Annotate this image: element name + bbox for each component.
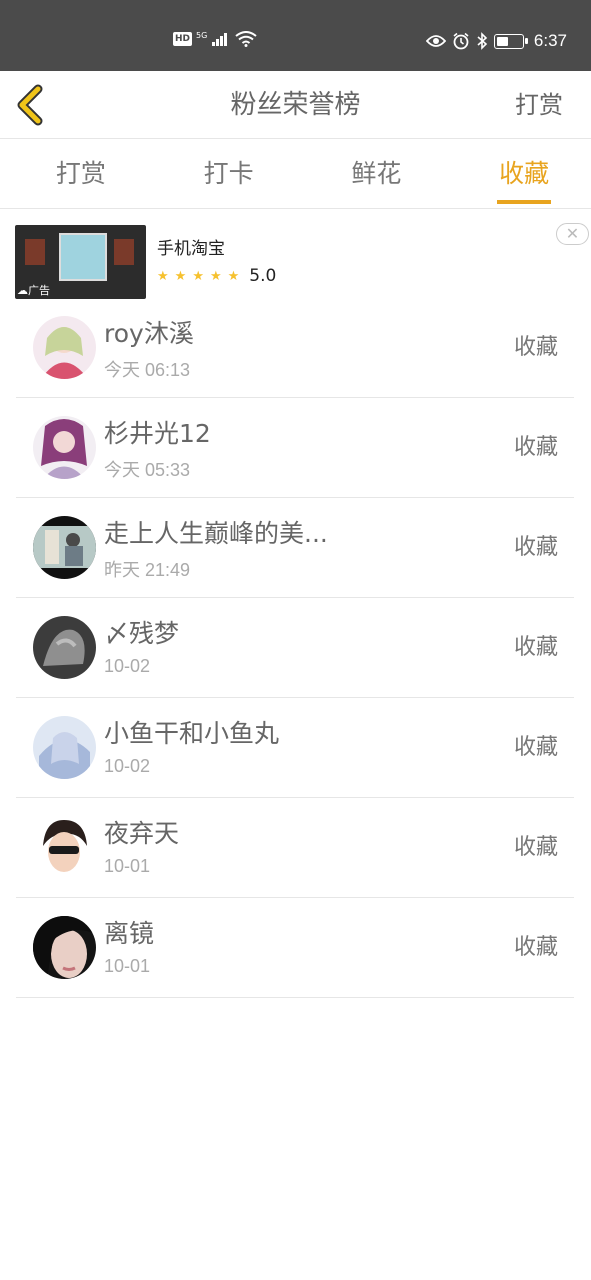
fan-name: roy沐溪 — [104, 319, 194, 348]
fan-name: 离镜 — [104, 919, 155, 948]
avatar[interactable] — [33, 316, 96, 379]
network-label: 5G — [196, 31, 208, 40]
fan-name: 夜弃天 — [104, 819, 180, 848]
hd-badge: HD — [173, 32, 193, 46]
clock: 6:37 — [533, 31, 567, 50]
battery-icon — [493, 33, 528, 49]
ad-banner[interactable]: ☁广告 手机淘宝 ★ ★ ★ ★ ★ 5.0 ✕ — [0, 210, 591, 306]
fan-name: 〆残梦 — [104, 619, 180, 648]
bluetooth-icon — [477, 32, 488, 50]
fan-time: 10-01 — [104, 856, 151, 876]
fan-name: 走上人生巅峰的美... — [104, 519, 328, 548]
list-item[interactable]: 小鱼干和小鱼丸 10-02 收藏 — [16, 698, 574, 798]
tab-label: 收藏 — [497, 140, 552, 208]
wifi-icon — [235, 31, 257, 47]
avatar[interactable] — [33, 516, 96, 579]
fan-list: roy沐溪 今天 06:13 收藏 杉井光12 今天 05:33 收藏 走上人生… — [16, 298, 574, 998]
avatar[interactable] — [33, 816, 96, 879]
fan-name: 小鱼干和小鱼丸 — [104, 719, 280, 748]
list-item[interactable]: roy沐溪 今天 06:13 收藏 — [16, 298, 574, 398]
fan-time: 今天 05:33 — [104, 460, 191, 480]
star-icon: ★ — [227, 268, 240, 284]
action-label: 收藏 — [513, 735, 558, 760]
fan-name: 杉井光12 — [104, 419, 211, 448]
ad-label-text: 广告 — [28, 284, 50, 297]
reward-button[interactable]: 打赏 — [515, 71, 563, 139]
header: 粉丝荣誉榜 打赏 — [0, 71, 591, 139]
ad-title: 手机淘宝 — [157, 239, 225, 259]
action-label: 收藏 — [513, 835, 558, 860]
avatar[interactable] — [33, 416, 96, 479]
status-bar-right: 6:37 — [425, 31, 567, 51]
action-label: 收藏 — [513, 635, 558, 660]
star-icon: ★ — [157, 268, 169, 284]
tab-reward[interactable]: 打赏 — [0, 140, 148, 208]
action-label: 收藏 — [513, 935, 558, 960]
ad-label: ☁广告 — [17, 284, 50, 297]
fan-time: 今天 06:13 — [104, 360, 191, 380]
list-item[interactable]: 杉井光12 今天 05:33 收藏 — [16, 398, 574, 498]
ad-score: 5.0 — [249, 266, 277, 286]
page-title: 粉丝荣誉榜 — [230, 90, 361, 120]
avatar[interactable] — [33, 616, 96, 679]
battery-fill — [496, 36, 508, 46]
signal-icon — [212, 33, 228, 46]
fan-time: 10-02 — [104, 656, 151, 676]
list-item[interactable]: 走上人生巅峰的美... 昨天 21:49 收藏 — [16, 498, 574, 598]
avatar[interactable] — [33, 716, 96, 779]
ad-image-shape — [25, 239, 45, 265]
eye-icon — [425, 35, 446, 47]
tab-favorites[interactable]: 收藏 — [443, 140, 591, 208]
fan-time: 10-01 — [104, 956, 151, 976]
ad-image-shape — [114, 239, 134, 265]
ad-rating: ★ ★ ★ ★ ★ 5.0 — [157, 266, 276, 286]
list-item[interactable]: 夜弃天 10-01 收藏 — [16, 798, 574, 898]
alarm-icon — [453, 32, 469, 50]
tab-bar: 打赏 打卡 鲜花 收藏 — [0, 140, 591, 209]
ad-image-shape — [59, 233, 107, 281]
tab-label: 打赏 — [55, 159, 106, 188]
action-label: 收藏 — [513, 435, 558, 460]
tab-label: 鲜花 — [351, 159, 402, 188]
list-item[interactable]: 离镜 10-01 收藏 — [16, 898, 574, 998]
star-icon: ★ — [209, 268, 222, 284]
fan-time: 10-02 — [104, 756, 151, 776]
status-bar: HD 5G 6:37 — [0, 0, 591, 71]
tab-flowers[interactable]: 鲜花 — [296, 140, 444, 208]
action-label: 收藏 — [513, 535, 558, 560]
tab-label: 打卡 — [203, 159, 254, 188]
tab-checkin[interactable]: 打卡 — [148, 140, 296, 208]
action-label: 收藏 — [513, 335, 558, 360]
star-icon: ★ — [174, 268, 187, 284]
status-bar-center: HD 5G — [173, 31, 257, 47]
close-icon[interactable]: ✕ — [556, 223, 589, 245]
avatar[interactable] — [33, 916, 96, 979]
star-icon: ★ — [192, 268, 204, 284]
ad-image[interactable]: ☁广告 — [15, 225, 146, 299]
list-item[interactable]: 〆残梦 10-02 收藏 — [16, 598, 574, 698]
fan-time: 昨天 21:49 — [104, 560, 191, 580]
